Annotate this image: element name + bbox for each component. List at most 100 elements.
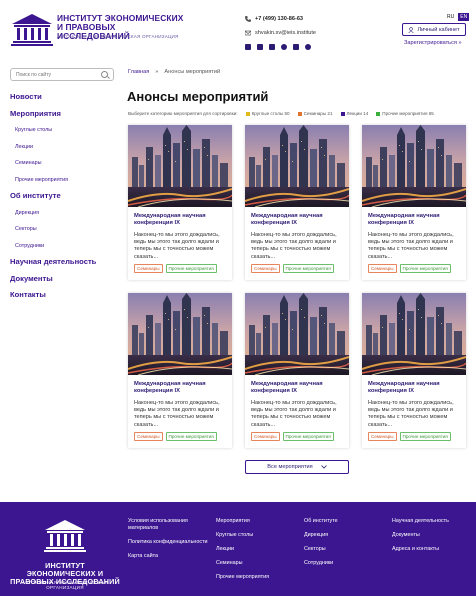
header-contacts: +7 (499) 130-86-63 shvakin.sv@ieis.insti… xyxy=(245,12,316,54)
sidebar-item-news[interactable]: Новости xyxy=(10,92,120,109)
page-title: Анонсы мероприятий xyxy=(127,89,269,104)
footer-link-lectures[interactable]: Лекции xyxy=(216,546,296,553)
tag-other-events[interactable]: Прочие мероприятия xyxy=(399,264,451,273)
event-title[interactable]: Международная научная конференция IX xyxy=(251,381,346,395)
sidebar-subitem-sectors[interactable]: Секторы xyxy=(10,224,120,241)
footer-link-about[interactable]: Об институте xyxy=(304,518,384,525)
search-box xyxy=(10,68,114,81)
footer-link-sectors[interactable]: Секторы xyxy=(304,546,384,553)
google-plus-icon[interactable] xyxy=(281,44,287,50)
event-title[interactable]: Международная научная конференция IX xyxy=(368,213,463,227)
tag-other-events[interactable]: Прочие мероприятия xyxy=(165,432,217,441)
filter-color-marker xyxy=(297,111,302,116)
tag-seminars[interactable]: Семинары xyxy=(251,264,280,273)
search-icon[interactable] xyxy=(101,71,108,78)
event-card[interactable]: Международная научная конференция IX Нак… xyxy=(362,125,466,280)
event-description: Наконец-то мы этого дождались, ведь мы э… xyxy=(251,232,337,260)
tag-other-events[interactable]: Прочие мероприятия xyxy=(282,432,334,441)
footer-link-staff[interactable]: Сотрудники xyxy=(304,560,384,567)
filter-other-events[interactable]: Прочие мероприятия 65 xyxy=(376,111,434,116)
tag-seminars[interactable]: Семинары xyxy=(134,432,163,441)
tag-other-events[interactable]: Прочие мероприятия xyxy=(165,264,217,273)
facebook-icon[interactable] xyxy=(257,44,263,50)
footer-link-seminars[interactable]: Семинары xyxy=(216,560,296,567)
footer-link-privacy[interactable]: Политика конфиденциальности xyxy=(128,539,208,546)
institute-building-icon xyxy=(11,14,53,46)
filter-seminars[interactable]: Семинары 21 xyxy=(297,111,333,116)
lang-en[interactable]: EN xyxy=(458,13,470,21)
footer-link-round-tables[interactable]: Круглые столы xyxy=(216,532,296,539)
personal-cabinet-label: Личный кабинет xyxy=(417,26,460,33)
footer-link-events[interactable]: Мероприятия xyxy=(216,518,296,525)
event-image xyxy=(245,125,349,207)
filter-color-marker xyxy=(340,111,345,116)
tag-seminars[interactable]: Семинары xyxy=(368,432,397,441)
instagram-icon[interactable] xyxy=(245,44,251,50)
footer-column-research: Научная деятельность Документы Адреса и … xyxy=(392,518,472,560)
all-events-button[interactable]: Все мероприятия xyxy=(245,460,349,474)
tag-other-events[interactable]: Прочие мероприятия xyxy=(399,432,451,441)
event-image xyxy=(362,293,466,375)
footer-link-contacts[interactable]: Адреса и контакты xyxy=(392,546,472,553)
event-tags: Семинары Прочие мероприятия xyxy=(251,264,334,273)
event-title[interactable]: Международная научная конференция IX xyxy=(134,381,229,395)
chevron-down-icon xyxy=(320,465,327,469)
tag-seminars[interactable]: Семинары xyxy=(251,432,280,441)
footer-link-documents[interactable]: Документы xyxy=(392,532,472,539)
tag-other-events[interactable]: Прочие мероприятия xyxy=(282,264,334,273)
filter-round-tables[interactable]: Круглые столы 50 xyxy=(245,111,290,116)
sidebar-subitem-staff[interactable]: Сотрудники xyxy=(10,241,120,258)
register-link[interactable]: Зарегистрироваться » xyxy=(404,40,462,46)
sidebar-subitem-directorate[interactable]: Дирекция xyxy=(10,208,120,225)
sidebar-subitem-other-events[interactable]: Прочие мероприятия xyxy=(10,175,120,192)
sidebar-item-documents[interactable]: Документы xyxy=(10,274,120,291)
sidebar-item-contacts[interactable]: Контакты xyxy=(10,290,120,307)
footer-link-terms[interactable]: Условия использования материалов xyxy=(128,518,208,532)
search-input[interactable] xyxy=(16,71,96,78)
event-card[interactable]: Международная научная конференция IX Нак… xyxy=(245,125,349,280)
event-card[interactable]: Международная научная конференция IX Нак… xyxy=(362,293,466,448)
filter-lectures[interactable]: Лекции 14 xyxy=(340,111,369,116)
filter-label: Семинары 21 xyxy=(303,111,333,116)
event-tags: Семинары Прочие мероприятия xyxy=(134,264,217,273)
lang-ru[interactable]: RU xyxy=(445,13,456,21)
footer-logo-subtitle: АВТОНОМНАЯ НЕКОММЕРЧЕСКАЯ ОРГАНИЗАЦИЯ xyxy=(21,580,109,590)
vk-icon[interactable] xyxy=(293,44,299,50)
sidebar-nav: Новости Мероприятия Круглые столы Лекции… xyxy=(10,92,120,307)
sidebar-item-about[interactable]: Об институте xyxy=(10,191,120,208)
mail-icon xyxy=(245,30,251,36)
youtube-icon[interactable] xyxy=(269,44,275,50)
event-description: Наконец-то мы этого дождались, ведь мы э… xyxy=(134,232,220,260)
footer-logo[interactable]: ИНСТИТУТ ЭКОНОМИЧЕСКИХ И ПРАВОВЫХ ИССЛЕД… xyxy=(10,518,120,590)
event-title[interactable]: Международная научная конференция IX xyxy=(368,381,463,395)
personal-cabinet-button[interactable]: Личный кабинет xyxy=(402,23,466,36)
event-card[interactable]: Международная научная конференция IX Нак… xyxy=(128,293,232,448)
tag-seminars[interactable]: Семинары xyxy=(368,264,397,273)
sidebar-subitem-seminars[interactable]: Семинары xyxy=(10,158,120,175)
event-tags: Семинары Прочие мероприятия xyxy=(251,432,334,441)
email-link[interactable]: shvakin.sv@ieis.institute xyxy=(255,30,316,36)
event-description: Наконец-то мы этого дождались, ведь мы э… xyxy=(368,232,454,260)
event-tags: Семинары Прочие мероприятия xyxy=(368,432,451,441)
sidebar-subitem-round-tables[interactable]: Круглые столы xyxy=(10,125,120,142)
footer-link-sitemap[interactable]: Карта сайта xyxy=(128,553,208,560)
event-card[interactable]: Международная научная конференция IX Нак… xyxy=(245,293,349,448)
filter-label: Лекции 14 xyxy=(346,111,369,116)
sidebar-subitem-lectures[interactable]: Лекции xyxy=(10,142,120,159)
breadcrumb-home[interactable]: Главная xyxy=(128,69,149,75)
event-title[interactable]: Международная научная конференция IX xyxy=(251,213,346,227)
event-description: Наконец-то мы этого дождались, ведь мы э… xyxy=(368,400,454,428)
footer-link-other-events[interactable]: Прочие мероприятия xyxy=(216,574,296,581)
event-card[interactable]: Международная научная конференция IX Нак… xyxy=(128,125,232,280)
tag-seminars[interactable]: Семинары xyxy=(134,264,163,273)
site-logo[interactable]: ИНСТИТУТ ЭКОНОМИЧЕСКИХ И ПРАВОВЫХ ИССЛЕД… xyxy=(10,12,183,48)
sidebar-item-events[interactable]: Мероприятия xyxy=(10,109,120,126)
sidebar-item-research[interactable]: Научная деятельность xyxy=(10,257,120,274)
footer-link-directorate[interactable]: Дирекция xyxy=(304,532,384,539)
footer-link-research[interactable]: Научная деятельность xyxy=(392,518,472,525)
event-title[interactable]: Международная научная конференция IX xyxy=(134,213,229,227)
breadcrumb-current: Анонсы мероприятий xyxy=(164,69,221,75)
twitter-icon[interactable] xyxy=(305,44,311,50)
site-footer: ИНСТИТУТ ЭКОНОМИЧЕСКИХ И ПРАВОВЫХ ИССЛЕД… xyxy=(0,502,476,596)
phone-number[interactable]: +7 (499) 130-86-63 xyxy=(255,16,303,22)
